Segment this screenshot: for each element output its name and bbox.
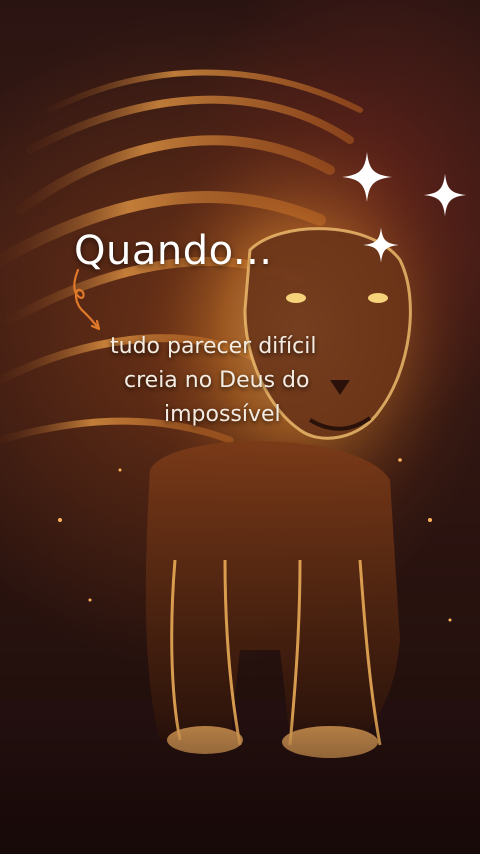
message-line-3: impossível [164,402,281,427]
curly-arrow-icon [73,268,101,331]
story-canvas: Quando... tudo parecer difícil creia no … [0,0,480,854]
sparkle-icon [342,152,392,202]
bottom-shade [0,714,480,854]
sparkle-icon [363,227,399,263]
message-line-1: tudo parecer difícil [110,334,317,359]
message-line-2: creia no Deus do [124,368,310,393]
sparkle-icon [423,173,467,217]
